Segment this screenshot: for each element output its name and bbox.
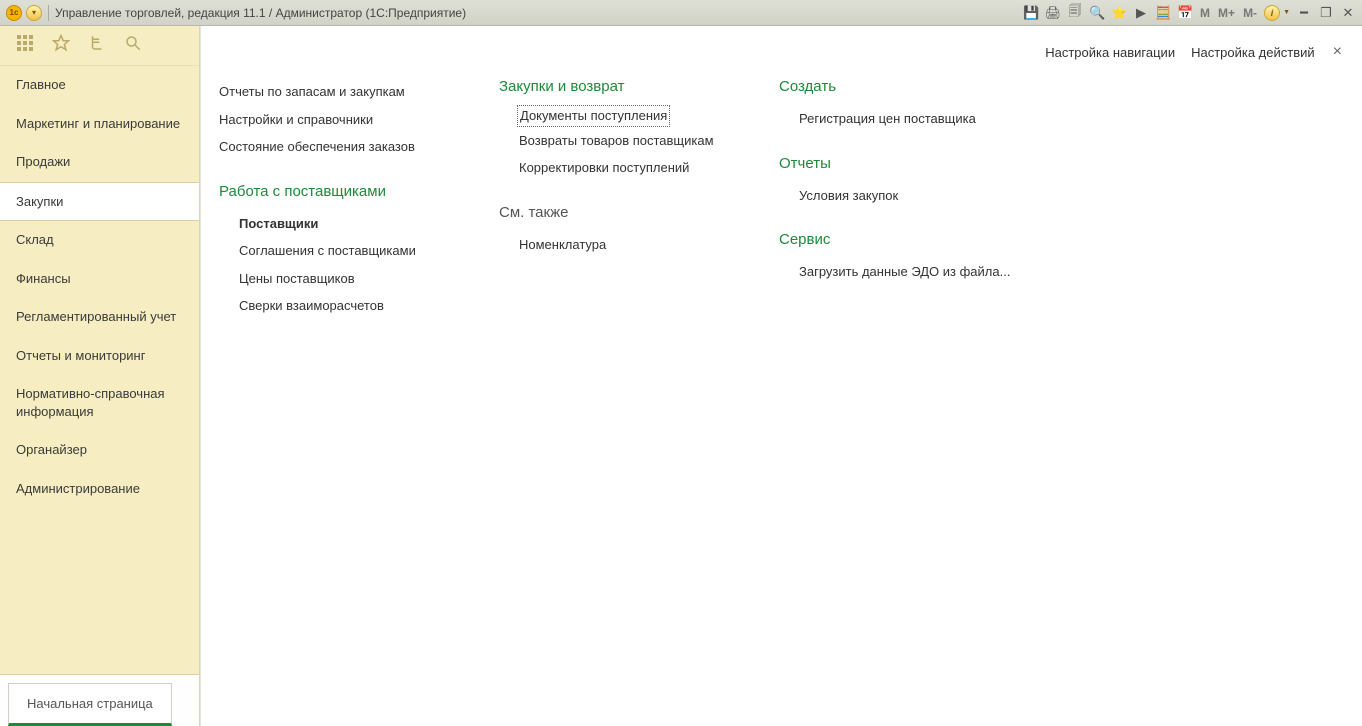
history-icon[interactable] (88, 34, 106, 57)
documents-icon[interactable] (1067, 5, 1083, 21)
nav-link[interactable]: Загрузить данные ЭДО из файла... (779, 258, 1010, 286)
close-window-button[interactable] (1340, 5, 1356, 21)
link-group: Закупки и возврат Документы поступленияВо… (499, 78, 729, 182)
nav-link[interactable]: Поставщики (219, 210, 449, 238)
search-icon[interactable] (1089, 5, 1105, 21)
link-group: Отчеты по запасам и закупкамНастройки и … (219, 78, 449, 161)
titlebar: 1c ▾ Управление торговлей, редакция 11.1… (0, 0, 1362, 26)
group-title: Создать (779, 78, 1010, 95)
link-group: Отчеты Условия закупок (779, 155, 1010, 210)
info-icon[interactable]: i (1264, 5, 1280, 21)
sidebar-toolbar (0, 26, 199, 66)
sidebar-item[interactable]: Главное (0, 66, 199, 105)
sidebar-nav: ГлавноеМаркетинг и планированиеПродажиЗа… (0, 66, 199, 674)
nav-link[interactable]: Отчеты по запасам и закупкам (219, 78, 449, 106)
link-group: См. также Номенклатура (499, 204, 729, 259)
app-logo-icon: 1c (6, 5, 22, 21)
start-page-tab[interactable]: Начальная страница (8, 683, 172, 726)
main: Настройка навигации Настройка действий ×… (200, 26, 1362, 726)
favorites-icon[interactable] (1111, 5, 1127, 21)
nav-link[interactable]: Документы поступления (517, 105, 670, 127)
main-topbar: Настройка навигации Настройка действий × (201, 26, 1362, 78)
calendar-icon[interactable] (1177, 5, 1193, 21)
sections-grid-icon[interactable] (16, 34, 34, 57)
content: Отчеты по запасам и закупкамНастройки и … (201, 78, 1362, 360)
nav-link[interactable]: Корректировки поступлений (499, 154, 729, 182)
content-column: Отчеты по запасам и закупкамНастройки и … (219, 78, 449, 342)
nav-link[interactable]: Состояние обеспечения заказов (219, 133, 449, 161)
content-column: Создать Регистрация цен поставщика Отчеты У… (779, 78, 1010, 308)
nav-link[interactable]: Сверки взаиморасчетов (219, 292, 449, 320)
nav-link[interactable]: Цены поставщиков (219, 265, 449, 293)
sidebar-bottom: Начальная страница (0, 674, 199, 726)
app-menu-dropdown[interactable]: ▾ (26, 5, 42, 21)
group-title: Отчеты (779, 155, 1010, 172)
search-icon[interactable] (124, 34, 142, 57)
sidebar-item[interactable]: Администрирование (0, 470, 199, 509)
star-icon[interactable] (52, 34, 70, 57)
nav-link[interactable]: Соглашения с поставщиками (219, 237, 449, 265)
minimize-button[interactable] (1296, 5, 1312, 21)
window-title: Управление торговлей, редакция 11.1 / Ад… (55, 6, 466, 20)
link-group: Сервис Загрузить данные ЭДО из файла... (779, 231, 1010, 286)
sidebar-item[interactable]: Финансы (0, 260, 199, 299)
group-title: Закупки и возврат (499, 78, 729, 95)
forward-icon[interactable] (1133, 5, 1149, 21)
group-title: См. также (499, 204, 729, 221)
sidebar-item[interactable]: Нормативно-справочная информация (0, 375, 199, 431)
maximize-button[interactable] (1318, 5, 1334, 21)
link-group: Создать Регистрация цен поставщика (779, 78, 1010, 133)
sidebar-item[interactable]: Органайзер (0, 431, 199, 470)
sidebar-item[interactable]: Маркетинг и планирование (0, 105, 199, 144)
sidebar-item[interactable]: Склад (0, 221, 199, 260)
sidebar-item[interactable]: Отчеты и мониторинг (0, 337, 199, 376)
nav-link[interactable]: Условия закупок (779, 182, 1010, 210)
print-icon[interactable] (1045, 5, 1061, 21)
calculator-icon[interactable] (1155, 5, 1171, 21)
nav-link[interactable]: Настройки и справочники (219, 106, 449, 134)
group-title: Сервис (779, 231, 1010, 248)
sidebar-item[interactable]: Закупки (0, 182, 199, 222)
separator (48, 5, 49, 21)
content-column: Закупки и возврат Документы поступленияВо… (499, 78, 729, 280)
sidebar-item[interactable]: Регламентированный учет (0, 298, 199, 337)
nav-link[interactable]: Возвраты товаров поставщикам (499, 127, 729, 155)
group-title: Работа с поставщиками (219, 183, 449, 200)
actions-settings-link[interactable]: Настройка действий (1191, 45, 1315, 60)
nav-link[interactable]: Номенклатура (499, 231, 729, 259)
memory-m-button[interactable]: M (1199, 6, 1211, 20)
nav-link[interactable]: Регистрация цен поставщика (779, 105, 1010, 133)
memory-mminus-button[interactable]: M- (1242, 6, 1258, 20)
memory-mplus-button[interactable]: M+ (1217, 6, 1236, 20)
link-group: Работа с поставщиками ПоставщикиСоглашени… (219, 183, 449, 320)
sidebar: ГлавноеМаркетинг и планированиеПродажиЗа… (0, 26, 200, 726)
info-dropdown-icon[interactable]: ▼ (1283, 9, 1290, 16)
save-icon[interactable] (1023, 5, 1039, 21)
close-panel-button[interactable]: × (1331, 43, 1344, 61)
sidebar-item[interactable]: Продажи (0, 143, 199, 182)
navigation-settings-link[interactable]: Настройка навигации (1045, 45, 1175, 60)
